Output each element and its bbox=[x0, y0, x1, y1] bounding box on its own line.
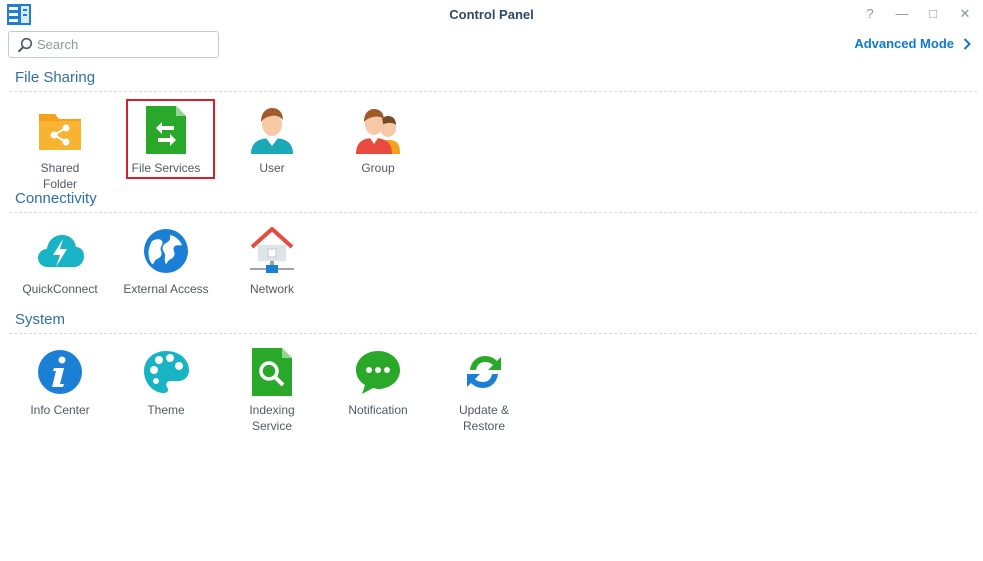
search-input[interactable] bbox=[37, 35, 212, 54]
section-divider bbox=[9, 91, 977, 92]
user-label: User bbox=[259, 161, 285, 175]
title-bar: Control Panel ? — □ ✕ bbox=[0, 0, 983, 28]
info-center-icon bbox=[38, 350, 82, 394]
network-icon bbox=[250, 227, 294, 273]
shared-folder-icon bbox=[39, 114, 81, 150]
section-divider bbox=[9, 212, 977, 213]
close-button[interactable]: ✕ bbox=[957, 6, 973, 22]
help-button[interactable]: ? bbox=[862, 6, 878, 22]
network-item[interactable]: Network bbox=[222, 227, 322, 297]
info-center-item[interactable]: Info Center bbox=[10, 348, 110, 418]
file-services-highlight-box bbox=[126, 99, 215, 179]
theme-icon bbox=[144, 351, 189, 393]
theme-label: Theme bbox=[147, 403, 185, 417]
quickconnect-item[interactable]: QuickConnect bbox=[10, 227, 110, 297]
indexing-service-label: Indexing Service bbox=[249, 403, 295, 433]
info-center-label: Info Center bbox=[30, 403, 90, 417]
update-restore-icon bbox=[467, 356, 501, 388]
section-title-connectivity: Connectivity bbox=[15, 190, 97, 207]
window-title: Control Panel bbox=[449, 7, 534, 22]
chevron-right-icon bbox=[963, 37, 971, 50]
advanced-mode-label: Advanced Mode bbox=[854, 36, 954, 51]
notification-icon bbox=[356, 351, 400, 394]
indexing-service-item[interactable]: Indexing Service bbox=[222, 348, 322, 434]
group-item[interactable]: Group bbox=[328, 106, 428, 176]
shared-folder-label: Shared Folder bbox=[40, 161, 80, 191]
quickconnect-label: QuickConnect bbox=[22, 282, 98, 296]
section-divider bbox=[9, 333, 977, 334]
theme-item[interactable]: Theme bbox=[116, 348, 216, 418]
external-access-item[interactable]: External Access bbox=[116, 227, 216, 297]
search-icon bbox=[17, 37, 33, 53]
group-label: Group bbox=[361, 161, 395, 175]
minimize-button[interactable]: — bbox=[894, 6, 910, 22]
search-box[interactable] bbox=[8, 31, 219, 58]
quickconnect-icon bbox=[38, 235, 84, 267]
user-item[interactable]: User bbox=[222, 106, 322, 176]
shared-folder-item[interactable]: Shared Folder bbox=[10, 106, 110, 192]
indexing-service-icon bbox=[252, 348, 292, 396]
section-title-system: System bbox=[15, 311, 66, 328]
network-label: Network bbox=[249, 282, 294, 296]
notification-item[interactable]: Notification bbox=[328, 348, 428, 418]
section-title-file-sharing: File Sharing bbox=[15, 69, 96, 86]
external-access-icon bbox=[144, 229, 188, 273]
maximize-button[interactable]: □ bbox=[925, 6, 941, 22]
notification-label: Notification bbox=[348, 403, 408, 417]
user-icon bbox=[251, 108, 293, 154]
external-access-label: External Access bbox=[123, 282, 209, 296]
advanced-mode-link[interactable]: Advanced Mode bbox=[854, 36, 971, 51]
update-restore-label: Update & Restore bbox=[458, 403, 510, 433]
update-restore-item[interactable]: Update & Restore bbox=[434, 348, 534, 434]
group-icon bbox=[356, 109, 400, 154]
